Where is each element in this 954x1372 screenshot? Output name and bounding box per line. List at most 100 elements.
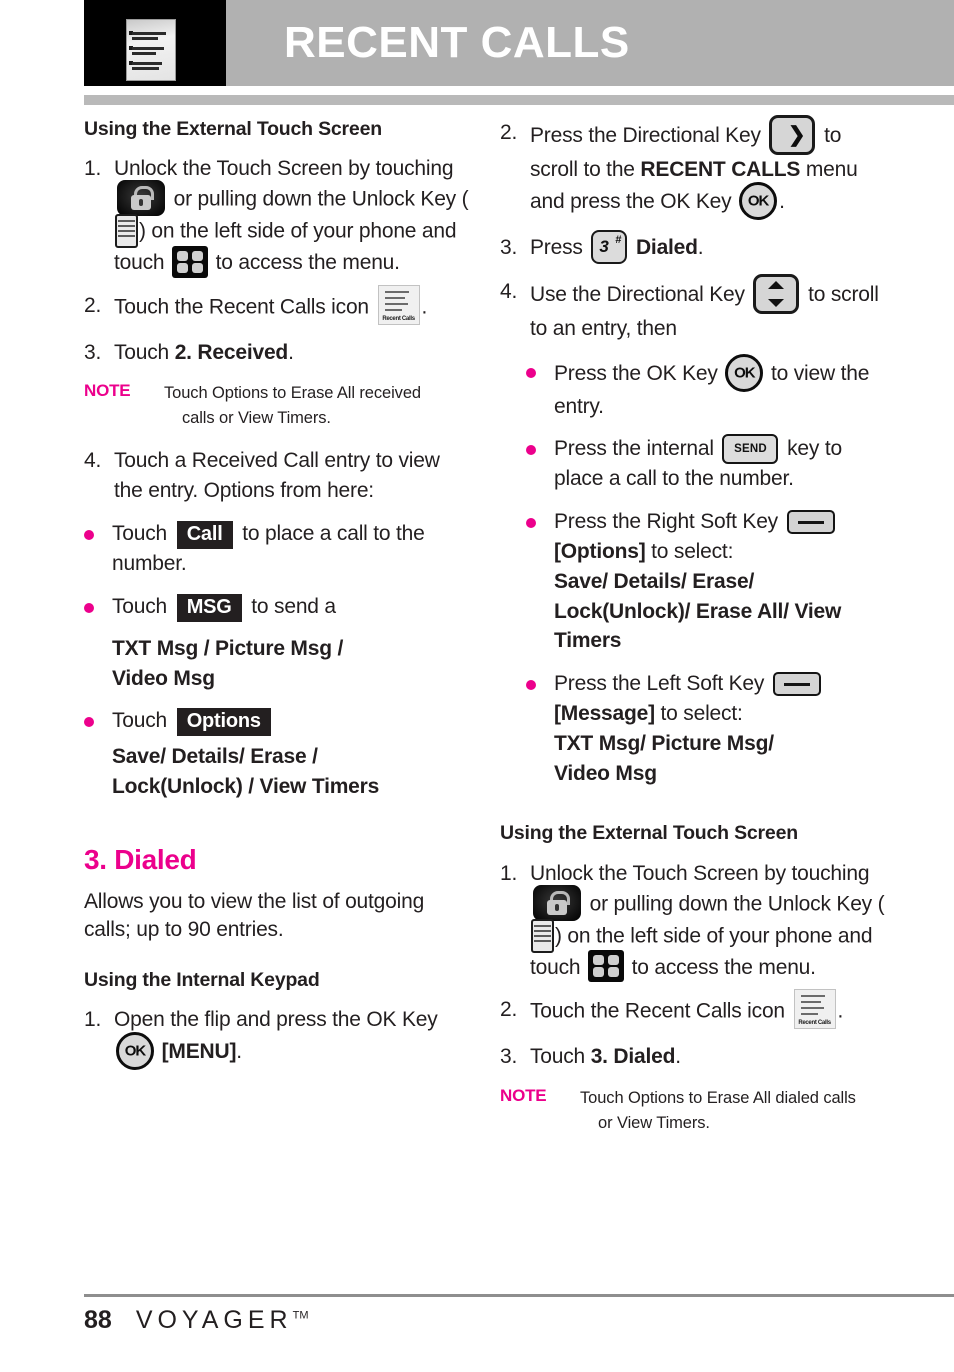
section-title-dialed: 3. Dialed [84, 844, 197, 876]
brand-name: VOYAGERTM [136, 1306, 309, 1335]
right-ext-step-1-part-4: to access the menu. [631, 955, 816, 979]
bullet-text: Touch Options Save/ Details/ Erase / Loc… [112, 706, 469, 802]
ok-key-label: OK [747, 192, 770, 210]
right-step-2: 2. Press the Directional Key ❯ to scroll… [500, 115, 885, 220]
step-number: 1. [500, 861, 518, 885]
step-1-part-4: to access the menu. [215, 251, 400, 275]
note-line-2: or View Timers. [598, 1113, 710, 1132]
bullet-text: Press the internal SEND key to place a c… [554, 433, 885, 494]
note-text: Touch Options to Erase All received call… [164, 381, 469, 431]
step-3: 3. Touch 2. Received. [84, 338, 469, 368]
page-number: 88 [84, 1306, 112, 1334]
note-text: Touch Options to Erase All dialed calls … [580, 1086, 885, 1136]
thumbnail-line [132, 47, 164, 50]
thumbnail-line [132, 67, 159, 70]
step-text: Open the flip and press the OK Key OK [M… [114, 1005, 469, 1070]
bullet-text: Press the OK Key OK to view the entry. [554, 353, 885, 422]
bullet-options-bold-line-2: Lock(Unlock) / View Timers [112, 775, 380, 799]
step-1-part-1: Unlock the Touch Screen by touching [114, 157, 454, 181]
chevron-right-icon: ❯ [788, 123, 806, 147]
right-step-4: 4. Use the Directional Key to scroll to … [500, 273, 885, 344]
dialed-bold: Dialed [635, 235, 698, 259]
note-line-2: calls or View Timers. [182, 408, 331, 427]
directional-key-right-icon: ❯ [769, 115, 816, 155]
right-bullet-send-key: Press the internal SEND key to place a c… [526, 433, 885, 494]
thumbnail-line [132, 32, 166, 35]
heading-using-external-touch-screen: Using the External Touch Screen [84, 118, 382, 140]
step-4: 4. Touch a Received Call entry to view t… [84, 446, 469, 506]
right-step-2-part-4: . [779, 189, 785, 213]
bullet-text: Touch Call to place a call to the number… [112, 519, 469, 579]
step-text: Use the Directional Key to scroll to an … [530, 273, 885, 344]
right-softkey-bold-line-2: Lock(Unlock)/ Erase All/ View [554, 599, 842, 623]
bullet-msg-pre: Touch [112, 594, 168, 618]
step-number: 1. [84, 157, 102, 181]
note-dialed: NOTE Touch Options to Erase All dialed c… [500, 1086, 885, 1136]
step-3-bold: 2. Received [174, 341, 289, 365]
bullet-call-pre: Touch [112, 521, 168, 545]
left-soft-key-icon [772, 672, 821, 697]
options-button[interactable]: Options [176, 708, 271, 737]
unlock-key-icon [531, 918, 554, 953]
step-text: Touch the Recent Calls icon Recent Calls… [114, 285, 469, 326]
right-ext-step-3: 3. Touch 3. Dialed. [500, 1042, 885, 1072]
recent-calls-icon-label: Recent Calls [798, 1019, 831, 1026]
right-ext-step-3-part-2: . [675, 1045, 681, 1069]
right-bullet-left-soft-key: Press the Left Soft Key [Message] to sel… [526, 669, 885, 788]
send-key-icon: SEND [722, 433, 779, 464]
right-bullet-ok-pre: Press the OK Key [554, 361, 718, 385]
header-thumbnail [84, 0, 226, 86]
bullet-dot-icon [84, 592, 112, 694]
bullet-msg-post: to send a [251, 594, 336, 618]
internal-step-1-part-3: . [236, 1040, 242, 1064]
left-column: Using the External Touch Screen 1. Unloc… [84, 118, 469, 1083]
lock-icon [117, 180, 165, 217]
right-ext-step-2: 2. Touch the Recent Calls icon Recent Ca… [500, 989, 885, 1030]
send-key-label: SEND [734, 442, 767, 455]
step-1-part-2: or pulling down the Unlock Key ( [173, 187, 469, 211]
step-text: Press 3 # Dialed. [530, 229, 885, 264]
note-received: NOTE Touch Options to Erase All received… [84, 381, 469, 431]
right-soft-key-icon [786, 510, 835, 535]
grid-menu-icon [172, 245, 209, 278]
bullet-dot-icon [526, 434, 554, 494]
right-bullet-send-pre: Press the internal [554, 437, 714, 461]
thumbnail-line [132, 52, 156, 55]
step-number: 3. [84, 341, 102, 365]
right-column: 2. Press the Directional Key ❯ to scroll… [500, 115, 885, 1152]
step-2: 2. Touch the Recent Calls icon Recent Ca… [84, 285, 469, 326]
left-softkey-bold-line-1: TXT Msg/ Picture Msg/ [554, 731, 774, 755]
right-ext-step-2-part-2: . [837, 999, 844, 1023]
note-label: NOTE [84, 380, 131, 400]
directional-key-updown-icon [753, 273, 800, 314]
bullet-dot-icon [526, 357, 554, 422]
right-softkey-bold-line-3: Timers [554, 629, 622, 653]
right-step-2-part-1: Press the Directional Key [530, 124, 761, 148]
brand-text: VOYAGER [135, 1306, 293, 1334]
right-softkey-mid: to select: [651, 539, 734, 563]
left-softkey-pre: Press the Left Soft Key [554, 672, 765, 696]
call-button[interactable]: Call [176, 520, 233, 549]
keypad-3-key-icon: 3 # [591, 229, 628, 264]
right-step-4-part-1: Use the Directional Key [530, 282, 745, 306]
step-text: Touch a Received Call entry to view the … [114, 449, 440, 503]
right-softkey-bold-line-1: Save/ Details/ Erase/ [554, 569, 755, 593]
unlock-key-icon [115, 214, 138, 249]
step-text: Touch 3. Dialed. [530, 1042, 885, 1072]
left-softkey-mid: to select: [660, 701, 743, 725]
recent-calls-icon: Recent Calls [377, 285, 420, 326]
ok-key-icon: OK [725, 353, 764, 392]
bullet-dot-icon [526, 669, 554, 788]
note-line-1: Touch Options to Erase All dialed calls [580, 1089, 856, 1108]
step-text: Press the Directional Key ❯ to scroll to… [530, 115, 885, 220]
keypad-3-symbol: # [615, 233, 622, 246]
step-2-part-1: Touch the Recent Calls icon [114, 295, 369, 319]
bullet-msg: Touch MSG to send a TXT Msg / Picture Ms… [84, 592, 469, 694]
ok-key-label: OK [124, 1042, 147, 1060]
options-bracket-label: [Options] [554, 539, 646, 563]
bullet-msg-bold-line-1: TXT Msg / Picture Msg / [112, 636, 344, 660]
step-number: 2. [500, 998, 518, 1022]
recent-calls-icon-label: Recent Calls [382, 315, 415, 322]
bullet-msg-bold-line-2: Video Msg [112, 666, 215, 690]
msg-button[interactable]: MSG [176, 593, 242, 622]
